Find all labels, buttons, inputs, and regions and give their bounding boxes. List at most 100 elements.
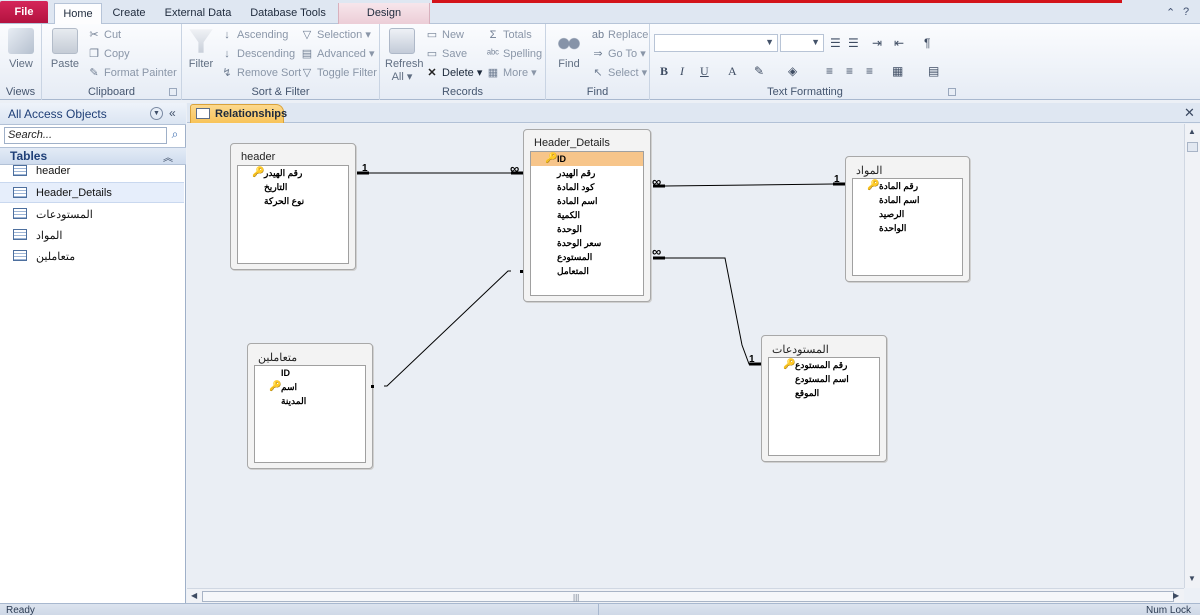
bullets-icon[interactable]: ☰ bbox=[830, 33, 841, 53]
field[interactable]: الوحدة bbox=[531, 222, 643, 236]
collapse-pane-icon[interactable]: « bbox=[169, 106, 176, 120]
cut-button[interactable]: ✂ Cut bbox=[87, 26, 121, 44]
advanced-button[interactable]: ▤ Advanced ▾ bbox=[300, 45, 375, 63]
table-dealers[interactable]: متعاملين ID 🔑 اسم المدينة bbox=[247, 343, 373, 469]
nav-item-warehouses[interactable]: المستودعات bbox=[0, 204, 184, 225]
field[interactable]: الرصيد bbox=[853, 207, 962, 221]
tab-file[interactable]: File bbox=[0, 1, 48, 23]
vertical-scroll-thumb[interactable] bbox=[1187, 142, 1198, 152]
delete-record-button[interactable]: ✕ Delete ▾ bbox=[425, 64, 482, 82]
paragraph-direction-icon[interactable]: ¶ bbox=[924, 33, 930, 53]
field[interactable]: اسم المادة bbox=[853, 193, 962, 207]
tab-database-tools[interactable]: Database Tools bbox=[244, 3, 332, 24]
numbering-icon[interactable]: ☰ bbox=[848, 33, 859, 53]
horizontal-scrollbar[interactable]: ◀ ||| ▶ bbox=[187, 588, 1184, 603]
search-icon[interactable]: ⌕ bbox=[168, 127, 182, 144]
field[interactable]: كود المادة bbox=[531, 180, 643, 194]
field[interactable]: الموقع bbox=[769, 386, 879, 400]
replace-button[interactable]: ab Replace bbox=[591, 26, 648, 44]
field[interactable]: المتعامل bbox=[531, 264, 643, 278]
table-header[interactable]: header 🔑 رقم الهيدر التاريخ نوع الحركة bbox=[230, 143, 356, 270]
outdent-icon[interactable]: ⇤ bbox=[894, 33, 904, 53]
field[interactable]: الكمية bbox=[531, 208, 643, 222]
format-painter-button[interactable]: ✎ Format Painter bbox=[87, 64, 176, 82]
vertical-scrollbar[interactable]: ▲ ▼ bbox=[1184, 124, 1200, 588]
align-center-icon[interactable]: ≡ bbox=[846, 61, 853, 81]
close-icon[interactable]: ✕ bbox=[1184, 105, 1195, 121]
scroll-down-icon[interactable]: ▼ bbox=[1188, 574, 1196, 583]
tab-relationships[interactable]: Relationships bbox=[190, 104, 287, 123]
tab-home[interactable]: Home bbox=[54, 3, 102, 25]
scroll-up-icon[interactable]: ▲ bbox=[1188, 127, 1196, 136]
table-header-details[interactable]: Header_Details 🔑 ID رقم الهيدر كود المادة… bbox=[523, 129, 651, 302]
font-color-button[interactable]: A bbox=[728, 61, 737, 81]
field[interactable]: سعر الوحدة bbox=[531, 236, 643, 250]
tab-external-data[interactable]: External Data bbox=[160, 3, 236, 24]
clipboard-launcher-icon[interactable] bbox=[169, 88, 177, 96]
text-formatting-launcher-icon[interactable] bbox=[948, 88, 956, 96]
underline-button[interactable]: U bbox=[700, 61, 709, 81]
gridlines-icon[interactable]: ▦ bbox=[892, 61, 903, 81]
select-button[interactable]: ↖ Select ▾ bbox=[591, 64, 647, 82]
toggle-filter-button[interactable]: ▽ Toggle Filter bbox=[300, 64, 377, 82]
paste-button[interactable]: Paste bbox=[48, 28, 82, 70]
more-button[interactable]: ▦ More ▾ bbox=[486, 64, 537, 82]
field[interactable]: رقم الهيدر bbox=[531, 166, 643, 180]
field[interactable]: نوع الحركة bbox=[238, 194, 348, 208]
descending-button[interactable]: ↓ Descending bbox=[220, 45, 295, 63]
filter-button[interactable]: Filter bbox=[184, 28, 218, 70]
nav-item-header-details[interactable]: Header_Details bbox=[0, 182, 184, 203]
nav-item-materials[interactable]: المواد bbox=[0, 225, 184, 246]
font-size-combo[interactable]: ▼ bbox=[780, 34, 824, 52]
help-icon[interactable]: ? bbox=[1183, 6, 1189, 18]
spelling-button[interactable]: ᵃᵇᶜ Spelling bbox=[486, 45, 542, 63]
refresh-all-button[interactable]: Refresh All ▾ bbox=[385, 28, 424, 83]
save-record-button[interactable]: ▭ Save bbox=[425, 45, 467, 63]
view-button[interactable]: View bbox=[4, 28, 38, 70]
field-key[interactable]: 🔑 رقم المستودع bbox=[769, 358, 879, 372]
field-key[interactable]: 🔑 اسم bbox=[255, 380, 365, 394]
table-warehouses[interactable]: المستودعات 🔑 رقم المستودع اسم المستودع ال… bbox=[761, 335, 887, 462]
horizontal-scroll-thumb[interactable]: ||| bbox=[202, 591, 1174, 602]
field[interactable]: ID bbox=[255, 366, 365, 380]
selection-button[interactable]: ▽ Selection ▾ bbox=[300, 26, 371, 44]
field[interactable]: المدينة bbox=[255, 394, 365, 408]
alternate-row-color-icon[interactable]: ▤ bbox=[928, 61, 939, 81]
scroll-right-icon[interactable]: ▶ bbox=[1173, 591, 1179, 600]
highlight-icon[interactable]: ✎ bbox=[754, 61, 764, 81]
ascending-button[interactable]: ↓ Ascending bbox=[220, 26, 288, 44]
nav-title[interactable]: All Access Objects bbox=[8, 107, 107, 121]
field[interactable]: اسم المستودع bbox=[769, 372, 879, 386]
totals-button[interactable]: Σ Totals bbox=[486, 26, 532, 44]
new-record-button[interactable]: ▭ New bbox=[425, 26, 464, 44]
remove-sort-button[interactable]: ↯ Remove Sort bbox=[220, 64, 301, 82]
find-button[interactable]: Find bbox=[552, 28, 586, 70]
minimize-ribbon-icon[interactable]: ⌃ bbox=[1166, 6, 1175, 19]
field[interactable]: الواحدة bbox=[853, 221, 962, 235]
search-input[interactable]: Search... bbox=[4, 127, 167, 144]
table-materials[interactable]: المواد 🔑 رقم المادة اسم المادة الرصيد الو… bbox=[845, 156, 970, 282]
copy-button[interactable]: ❐ Copy bbox=[87, 45, 130, 63]
field-key[interactable]: 🔑 رقم المادة bbox=[853, 179, 962, 193]
chevron-down-icon[interactable]: ▼ bbox=[150, 107, 163, 120]
relationships-canvas[interactable]: header 🔑 رقم الهيدر التاريخ نوع الحركة He… bbox=[187, 124, 1184, 588]
align-left-icon[interactable]: ≡ bbox=[826, 61, 833, 81]
go-to-button[interactable]: ⇒ Go To ▾ bbox=[591, 45, 645, 63]
nav-item-dealers[interactable]: متعاملين bbox=[0, 246, 184, 267]
tab-create[interactable]: Create bbox=[106, 3, 152, 24]
field-key[interactable]: 🔑 رقم الهيدر bbox=[238, 166, 348, 180]
field[interactable]: اسم المادة bbox=[531, 194, 643, 208]
field-key-selected[interactable]: 🔑 ID bbox=[531, 152, 643, 166]
italic-button[interactable]: I bbox=[680, 61, 684, 81]
nav-item-label: متعاملين bbox=[36, 251, 76, 263]
align-right-icon[interactable]: ≡ bbox=[866, 61, 873, 81]
field[interactable]: المستودع bbox=[531, 250, 643, 264]
fill-color-icon[interactable]: ◈ bbox=[788, 61, 797, 81]
indent-icon[interactable]: ⇥ bbox=[872, 33, 882, 53]
font-name-combo[interactable]: ▼ bbox=[654, 34, 778, 52]
tab-design[interactable]: Design bbox=[338, 3, 430, 24]
nav-item-header[interactable]: header bbox=[0, 161, 184, 182]
field[interactable]: التاريخ bbox=[238, 180, 348, 194]
bold-button[interactable]: B bbox=[660, 61, 668, 81]
scroll-left-icon[interactable]: ◀ bbox=[191, 591, 197, 600]
